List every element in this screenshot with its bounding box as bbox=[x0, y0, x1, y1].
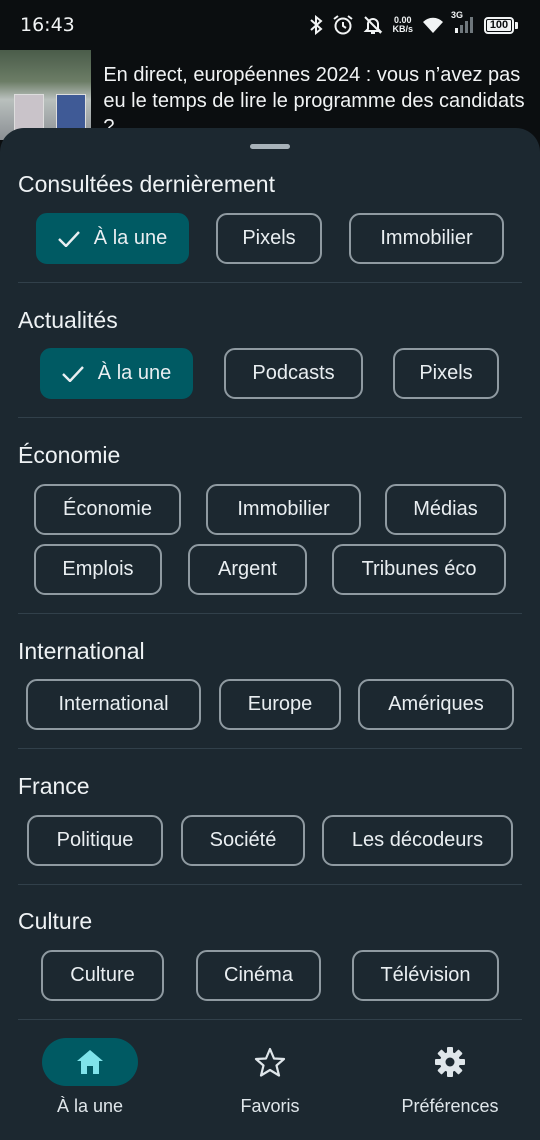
check-icon bbox=[61, 365, 84, 382]
bottom-navigation: À la une Favoris Préférences bbox=[0, 1020, 540, 1140]
chip-label: Société bbox=[209, 829, 277, 851]
nav-label: Favoris bbox=[240, 1096, 300, 1116]
chip-label: Médias bbox=[413, 498, 478, 520]
gear-icon bbox=[435, 1047, 465, 1077]
section-title: Culture bbox=[18, 908, 93, 934]
alarm-icon bbox=[332, 14, 354, 36]
chip-label: À la une bbox=[93, 227, 168, 249]
chip-emplois[interactable]: Emplois bbox=[34, 544, 162, 595]
nav-item-preferences[interactable]: Préférences bbox=[360, 1020, 540, 1140]
chip-label: Europe bbox=[247, 693, 313, 715]
nav-label: Préférences bbox=[401, 1096, 499, 1116]
net-speed-unit: KB/s bbox=[392, 24, 413, 34]
wifi-icon bbox=[422, 16, 444, 34]
nav-label: À la une bbox=[56, 1096, 124, 1116]
nav-icon-container bbox=[402, 1038, 498, 1086]
article-preview[interactable]: En direct, européennes 2024 : vous n’ave… bbox=[0, 50, 540, 140]
chip-label: Immobilier bbox=[237, 498, 330, 520]
divider bbox=[18, 282, 522, 283]
chip-label: Tribunes éco bbox=[361, 558, 477, 580]
divider bbox=[18, 748, 522, 749]
chip-tribunes-eco[interactable]: Tribunes éco bbox=[332, 544, 506, 595]
chip-label: Pixels bbox=[419, 362, 473, 384]
chip-international[interactable]: International bbox=[26, 679, 201, 730]
chip-les-decodeurs[interactable]: Les décodeurs bbox=[322, 815, 513, 866]
chip-pixels[interactable]: Pixels bbox=[216, 213, 322, 264]
chip-societe[interactable]: Société bbox=[181, 815, 305, 866]
chip-immobilier[interactable]: Immobilier bbox=[206, 484, 361, 535]
chip-a-la-une[interactable]: À la une bbox=[36, 213, 189, 264]
check-icon bbox=[57, 230, 80, 247]
signal-icon: 3G bbox=[451, 10, 475, 34]
chip-label: Les décodeurs bbox=[351, 829, 484, 851]
status-bar: 16:43 0.00 KB/s 3G 100 bbox=[0, 0, 540, 50]
section-title: Actualités bbox=[18, 307, 118, 333]
chip-label: À la une bbox=[97, 362, 172, 384]
chip-argent[interactable]: Argent bbox=[188, 544, 307, 595]
article-thumbnail bbox=[0, 50, 92, 140]
status-icons: 0.00 KB/s 3G 100 bbox=[309, 10, 518, 36]
divider bbox=[18, 884, 522, 885]
bluetooth-icon bbox=[309, 15, 324, 35]
drag-handle[interactable] bbox=[250, 144, 290, 149]
chip-label: Économie bbox=[63, 498, 152, 520]
section-title: France bbox=[18, 773, 90, 799]
sections-sheet: Consultées dernièrement À la une Pixels … bbox=[0, 128, 540, 1140]
chip-pixels[interactable]: Pixels bbox=[393, 348, 499, 399]
battery-level: 100 bbox=[487, 19, 511, 31]
section-title: Consultées dernièrement bbox=[18, 171, 275, 197]
star-icon bbox=[254, 1047, 286, 1077]
chip-label: Amériques bbox=[388, 693, 484, 715]
chip-culture[interactable]: Culture bbox=[41, 950, 164, 1001]
home-icon bbox=[77, 1050, 103, 1074]
article-title: En direct, européennes 2024 : vous n’ave… bbox=[103, 64, 525, 138]
chip-europe[interactable]: Europe bbox=[219, 679, 341, 730]
status-time: 16:43 bbox=[20, 14, 75, 36]
chip-economie[interactable]: Économie bbox=[34, 484, 181, 535]
chip-podcasts[interactable]: Podcasts bbox=[224, 348, 363, 399]
chip-cinema[interactable]: Cinéma bbox=[196, 950, 321, 1001]
net-speed: 0.00 KB/s bbox=[392, 16, 413, 34]
battery-icon: 100 bbox=[484, 16, 518, 34]
nav-item-favoris[interactable]: Favoris bbox=[180, 1020, 360, 1140]
chip-a-la-une[interactable]: À la une bbox=[40, 348, 193, 399]
chip-label: Argent bbox=[218, 558, 277, 580]
chip-label: Pixels bbox=[242, 227, 296, 249]
network-type: 3G bbox=[451, 10, 464, 20]
section-title: International bbox=[18, 638, 145, 664]
divider bbox=[18, 613, 522, 614]
chip-label: Politique bbox=[56, 829, 134, 851]
nav-icon-container bbox=[222, 1038, 318, 1086]
chip-label: Cinéma bbox=[224, 964, 293, 986]
chip-politique[interactable]: Politique bbox=[27, 815, 163, 866]
section-title: Économie bbox=[18, 442, 121, 468]
chip-label: Podcasts bbox=[252, 362, 335, 384]
nav-active-indicator bbox=[42, 1038, 138, 1086]
bell-off-icon bbox=[363, 15, 383, 35]
chip-label: Culture bbox=[70, 964, 135, 986]
chip-label: Emplois bbox=[62, 558, 134, 580]
chip-label: Immobilier bbox=[380, 227, 473, 249]
chip-television[interactable]: Télévision bbox=[352, 950, 499, 1001]
chip-label: Télévision bbox=[380, 964, 471, 986]
chip-immobilier[interactable]: Immobilier bbox=[349, 213, 504, 264]
chip-ameriques[interactable]: Amériques bbox=[358, 679, 514, 730]
chip-label: International bbox=[58, 693, 169, 715]
chip-medias[interactable]: Médias bbox=[385, 484, 506, 535]
nav-item-a-la-une[interactable]: À la une bbox=[0, 1020, 180, 1140]
divider bbox=[18, 417, 522, 418]
